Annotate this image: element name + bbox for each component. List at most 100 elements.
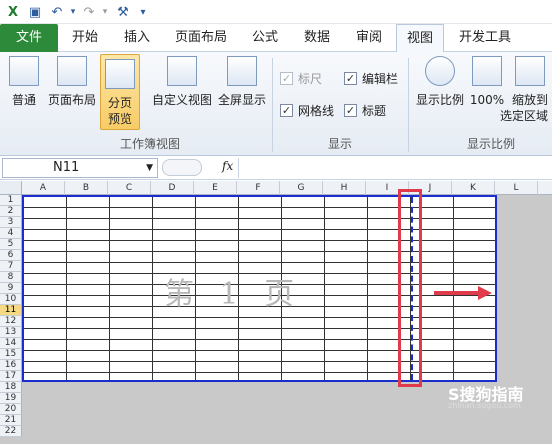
row-header-3[interactable]: 3 [0, 217, 22, 228]
row-header-22[interactable]: 22 [0, 426, 22, 437]
ruler-check-icon: ✓ [280, 72, 293, 85]
tab-review[interactable]: 审阅 [346, 24, 392, 52]
grid-column-line [324, 197, 325, 380]
zoom-to-selection-label-1: 缩放到 [511, 93, 548, 107]
page-layout-view-label: 页面布局 [47, 93, 96, 107]
row-header-20[interactable]: 20 [0, 404, 22, 415]
grid-row-line [24, 372, 495, 373]
grid-row-line [24, 317, 495, 318]
grid-column-line [109, 197, 110, 380]
ribbon-separator [408, 58, 409, 152]
headings-check-icon: ✓ [344, 104, 357, 117]
row-header-14[interactable]: 14 [0, 338, 22, 349]
page-break-preview-label-1: 分页 [107, 96, 132, 110]
zoom-100-button[interactable]: 100% [468, 56, 506, 108]
row-header-17[interactable]: 17 [0, 371, 22, 382]
row-header-4[interactable]: 4 [0, 228, 22, 239]
formula-bar-check-icon: ✓ [344, 72, 357, 85]
row-header-1[interactable]: 1 [0, 195, 22, 206]
ruler-label: 标尺 [298, 72, 323, 86]
normal-view-button[interactable]: 普通 [6, 56, 42, 108]
row-header-12[interactable]: 12 [0, 316, 22, 327]
column-header-f[interactable]: F [237, 181, 280, 195]
row-header-9[interactable]: 9 [0, 283, 22, 294]
select-all-corner[interactable] [0, 181, 22, 195]
group-show-label: 显示 [327, 137, 352, 151]
headings-checkbox[interactable]: ✓ 标题 [344, 102, 386, 119]
grid-row-line [24, 240, 495, 241]
page-layout-view-button[interactable]: 页面布局 [46, 56, 98, 108]
row-header-21[interactable]: 21 [0, 415, 22, 426]
zoom-button[interactable]: 显示比例 [414, 56, 466, 108]
column-header-l[interactable]: L [495, 181, 538, 195]
gridlines-label: 网格线 [298, 104, 335, 118]
tab-home[interactable]: 开始 [62, 24, 108, 52]
row-header-5[interactable]: 5 [0, 239, 22, 250]
custom-views-button[interactable]: 自定义视图 [150, 56, 214, 108]
column-header-b[interactable]: B [65, 181, 108, 195]
sogou-url: zhinan.sogou.com [448, 401, 521, 410]
gridlines-checkbox[interactable]: ✓ 网格线 [280, 102, 334, 119]
ribbon-tabs: 文件 开始 插入 页面布局 公式 数据 审阅 视图 开发工具 [0, 24, 552, 53]
zoom-to-selection-icon [515, 56, 545, 86]
formula-input[interactable] [238, 158, 552, 178]
row-header-11[interactable]: 11 [0, 305, 22, 316]
print-page-1[interactable]: 第 1 页 [22, 195, 497, 382]
formula-expand-handle[interactable] [162, 159, 202, 176]
page-break-preview-icon [105, 59, 135, 89]
page-break-preview-label-2: 预览 [107, 112, 132, 126]
column-header-d[interactable]: D [151, 181, 194, 195]
headings-label: 标题 [362, 104, 387, 118]
tab-insert[interactable]: 插入 [114, 24, 160, 52]
row-header-10[interactable]: 10 [0, 294, 22, 305]
column-header-h[interactable]: H [323, 181, 366, 195]
page-break-preview-button[interactable]: 分页 预览 [100, 54, 140, 130]
save-icon[interactable]: ▣ [26, 3, 44, 21]
name-box[interactable]: N11 ▼ [2, 158, 158, 178]
tools-icon[interactable]: ⚒ [114, 3, 132, 21]
tab-file[interactable]: 文件 [0, 24, 58, 52]
row-header-16[interactable]: 16 [0, 360, 22, 371]
insert-function-icon[interactable]: fx [222, 159, 233, 173]
row-header-18[interactable]: 18 [0, 382, 22, 393]
tab-page-layout[interactable]: 页面布局 [166, 24, 236, 52]
grid-column-line [152, 197, 153, 380]
name-box-dropdown-icon[interactable]: ▼ [146, 159, 153, 177]
full-screen-button[interactable]: 全屏显示 [216, 56, 268, 108]
quick-access-toolbar: X ▣ ↶ ▾ ↷ ▾ ⚒ ▾ [0, 0, 552, 24]
normal-view-label: 普通 [11, 93, 36, 107]
zoom-label: 显示比例 [415, 93, 464, 107]
worksheet-area[interactable]: ABCDEFGHIJKL 1 2 3 4 5 6 7 8 9 10 11 12 13 14 15 16 17 18… [0, 181, 552, 444]
column-header-e[interactable]: E [194, 181, 237, 195]
row-header-13[interactable]: 13 [0, 327, 22, 338]
zoom-to-selection-button[interactable]: 缩放到 选定区域 [500, 56, 552, 124]
column-header-c[interactable]: C [108, 181, 151, 195]
custom-views-label: 自定义视图 [151, 93, 212, 107]
tab-formulas[interactable]: 公式 [242, 24, 288, 52]
tab-view[interactable]: 视图 [396, 24, 444, 53]
column-headers: ABCDEFGHIJKL [22, 181, 552, 195]
tab-data[interactable]: 数据 [294, 24, 340, 52]
row-header-2[interactable]: 2 [0, 206, 22, 217]
ruler-checkbox[interactable]: ✓ 标尺 [280, 70, 322, 87]
row-header-7[interactable]: 7 [0, 261, 22, 272]
formula-bar-checkbox[interactable]: ✓ 编辑栏 [344, 70, 398, 87]
formula-bar-label: 编辑栏 [362, 72, 399, 86]
column-header-g[interactable]: G [280, 181, 323, 195]
customize-qat-icon[interactable]: ▾ [134, 3, 152, 21]
grid-row-line [24, 361, 495, 362]
gridlines-check-icon: ✓ [280, 104, 293, 117]
column-header-a[interactable]: A [22, 181, 65, 195]
column-header-k[interactable]: K [452, 181, 495, 195]
row-header-19[interactable]: 19 [0, 393, 22, 404]
tab-developer[interactable]: 开发工具 [450, 24, 520, 52]
grid-row-line [24, 339, 495, 340]
row-header-15[interactable]: 15 [0, 349, 22, 360]
grid-row-line [24, 262, 495, 263]
grid-row-line [24, 328, 495, 329]
row-header-8[interactable]: 8 [0, 272, 22, 283]
redo-dropdown-icon[interactable]: ▾ [96, 3, 114, 21]
row-header-6[interactable]: 6 [0, 250, 22, 261]
excel-logo-icon: X [7, 4, 19, 20]
grid-row-line [24, 251, 495, 252]
